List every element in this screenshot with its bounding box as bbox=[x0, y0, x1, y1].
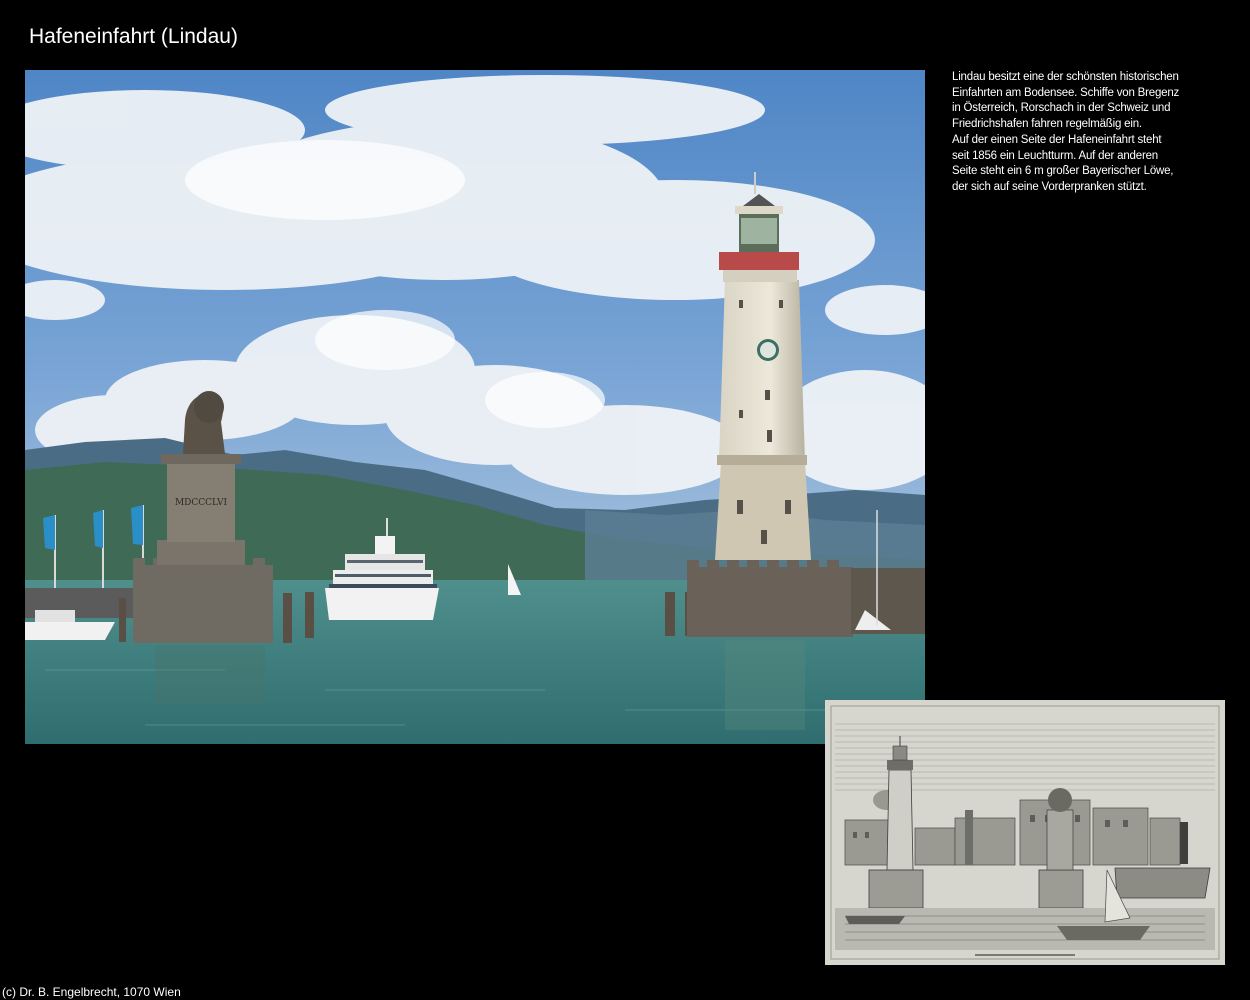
description-line: Friedrichshafen fahren regelmäßig ein. bbox=[952, 118, 1142, 131]
description-line: Lindau besitzt eine der schönsten histor… bbox=[952, 71, 1179, 83]
description-line: der sich auf seine Vorderpranken stützt. bbox=[952, 180, 1147, 193]
description-line: Auf der einen Seite der Hafeneinfahrt st… bbox=[952, 133, 1162, 146]
historical-engraving bbox=[825, 700, 1225, 965]
harbour-photo: MDCCCLVI bbox=[25, 70, 925, 744]
copyright-footer: (c) Dr. B. Engelbrecht, 1070 Wien bbox=[2, 985, 181, 999]
description-line: Einfahrten am Bodensee. Schiffe von Breg… bbox=[952, 86, 1180, 99]
description-line: in Österreich, Rorschach in der Schweiz … bbox=[952, 102, 1171, 115]
description-text: Lindau besitzt eine der schönsten histor… bbox=[952, 70, 1222, 196]
description-line: seit 1856 ein Leuchtturm. Auf der andere… bbox=[952, 149, 1158, 162]
description-line: Seite steht ein 6 m großer Bayerischer L… bbox=[952, 165, 1174, 178]
page-title: Hafeneinfahrt (Lindau) bbox=[29, 25, 238, 48]
pedestal-inscription: MDCCCLVI bbox=[175, 498, 227, 508]
